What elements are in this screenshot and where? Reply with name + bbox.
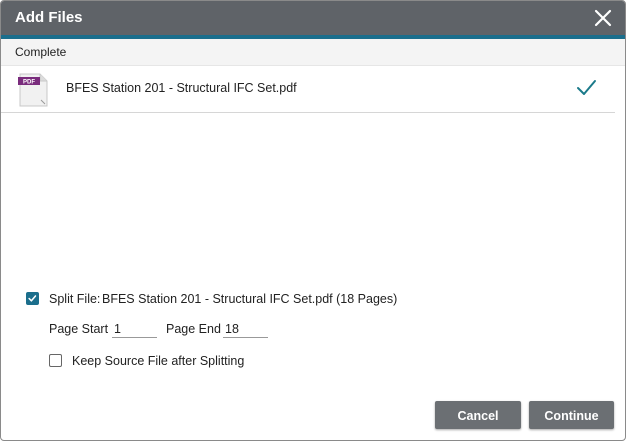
keep-source-checkbox[interactable] bbox=[49, 354, 62, 367]
pdf-icon-label: PDF bbox=[23, 80, 35, 86]
page-end-label: Page End bbox=[166, 322, 221, 336]
pdf-file-icon: PDF bbox=[18, 73, 48, 107]
page-end-input[interactable] bbox=[223, 320, 268, 338]
close-icon[interactable] bbox=[591, 6, 615, 30]
cancel-button[interactable]: Cancel bbox=[435, 401, 521, 429]
add-files-dialog: Add Files Complete PDF BFES Station 201 … bbox=[0, 0, 626, 441]
checkbox-check-icon bbox=[28, 295, 37, 302]
continue-button[interactable]: Continue bbox=[529, 401, 614, 429]
split-file-detail: BFES Station 201 - Structural IFC Set.pd… bbox=[102, 292, 398, 306]
keep-source-label: Keep Source File after Splitting bbox=[72, 354, 245, 368]
page-start-label: Page Start bbox=[49, 322, 109, 336]
page-start-input[interactable] bbox=[112, 320, 157, 338]
file-name: BFES Station 201 - Structural IFC Set.pd… bbox=[66, 81, 297, 95]
upload-status-bar: Complete bbox=[1, 39, 625, 66]
dialog-title: Add Files bbox=[15, 9, 83, 26]
split-file-label: Split File: bbox=[49, 292, 101, 306]
dialog-titlebar: Add Files bbox=[1, 1, 625, 39]
upload-status-text: Complete bbox=[15, 45, 67, 59]
checkmark-icon bbox=[577, 80, 596, 95]
split-file-checkbox[interactable] bbox=[26, 292, 39, 305]
file-row: PDF BFES Station 201 - Structural IFC Se… bbox=[1, 66, 615, 113]
